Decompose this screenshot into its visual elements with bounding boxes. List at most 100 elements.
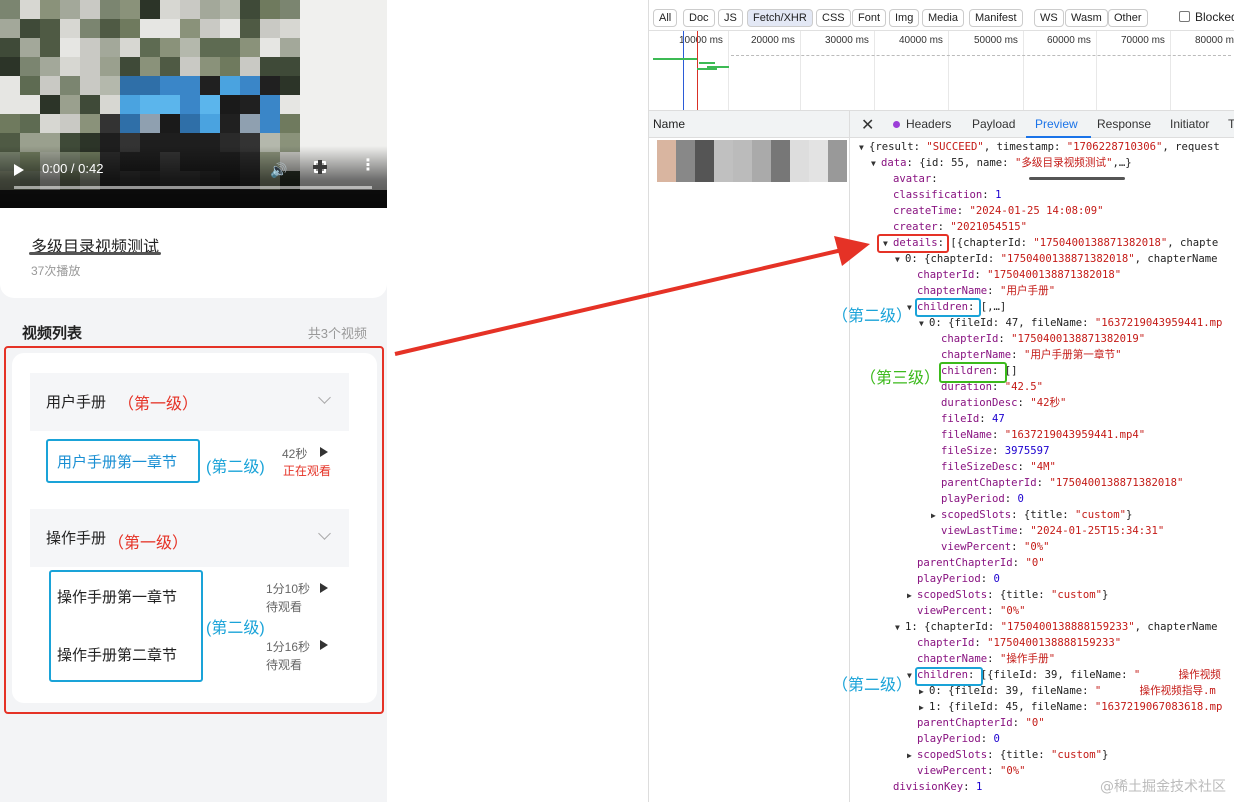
filter-ws-button[interactable]: WS bbox=[1034, 9, 1064, 27]
tab-initiator[interactable]: Initiator bbox=[1170, 117, 1209, 131]
mosaic-cell bbox=[260, 95, 280, 114]
json-line[interactable]: ▶ scopedSlots: {title: "custom"} bbox=[855, 507, 1234, 523]
chapter-header[interactable]: 操作手册 bbox=[30, 509, 349, 567]
mosaic-cell bbox=[220, 57, 240, 76]
tab-overflow[interactable]: T bbox=[1228, 117, 1234, 131]
filter-doc-button[interactable]: Doc bbox=[683, 9, 715, 27]
volume-icon[interactable]: 🔊 bbox=[270, 162, 287, 179]
tab-headers[interactable]: Headers bbox=[906, 117, 951, 131]
request-row-blurred[interactable] bbox=[657, 140, 847, 182]
section-name[interactable]: 操作手册第一章节 bbox=[57, 586, 177, 607]
checkbox-icon[interactable] bbox=[1179, 11, 1190, 22]
mosaic-cell bbox=[100, 95, 120, 114]
expand-down-icon[interactable]: ▼ bbox=[871, 156, 881, 172]
tab-response[interactable]: Response bbox=[1097, 117, 1151, 131]
mosaic-cell bbox=[340, 57, 360, 76]
mosaic-cell bbox=[180, 76, 200, 95]
mosaic-cell bbox=[340, 76, 360, 95]
name-column-header[interactable]: Name bbox=[653, 117, 685, 131]
play-icon[interactable] bbox=[320, 447, 328, 457]
mosaic-cell bbox=[300, 114, 320, 133]
section-status: 待观看 bbox=[266, 600, 303, 614]
expand-down-icon[interactable]: ▼ bbox=[895, 620, 905, 636]
filter-img-button[interactable]: Img bbox=[889, 9, 920, 27]
filter-other-button[interactable]: Other bbox=[1108, 9, 1148, 27]
blocked-label: Blocked bbox=[1195, 10, 1234, 24]
expand-right-icon[interactable]: ▶ bbox=[919, 684, 929, 700]
json-string: "0%" bbox=[1023, 541, 1050, 553]
play-icon[interactable] bbox=[320, 640, 328, 650]
expand-right-icon[interactable]: ▶ bbox=[907, 748, 917, 764]
mosaic-cell bbox=[0, 57, 20, 76]
mosaic-cell bbox=[160, 95, 180, 114]
expand-right-icon[interactable]: ▶ bbox=[907, 588, 917, 604]
json-line: viewPercent: "0%" bbox=[855, 539, 1234, 555]
expand-down-icon[interactable]: ▼ bbox=[919, 316, 929, 332]
json-line: chapterName: "操作手册" bbox=[855, 651, 1234, 667]
expand-down-icon[interactable]: ▼ bbox=[895, 252, 905, 268]
json-line[interactable]: ▼ 1: {chapterId: "1750400138888159233", c… bbox=[855, 619, 1234, 635]
tab-payload[interactable]: Payload bbox=[972, 117, 1015, 131]
more-icon[interactable]: ⋮ bbox=[360, 158, 376, 174]
blocked-checkbox[interactable]: Blocked bbox=[1179, 10, 1234, 24]
expand-right-icon[interactable]: ▶ bbox=[919, 700, 929, 716]
expand-down-icon[interactable]: ▼ bbox=[859, 140, 869, 156]
video-progress-bar[interactable] bbox=[14, 186, 372, 189]
json-punct: } bbox=[1101, 749, 1109, 761]
filter-wasm-button[interactable]: Wasm bbox=[1065, 9, 1108, 27]
json-punct: : bbox=[963, 781, 976, 793]
json-string: "1750400138871382018" bbox=[987, 269, 1122, 281]
json-punct: : {title: bbox=[987, 749, 1051, 761]
json-key: viewLastTime bbox=[941, 525, 1018, 537]
play-icon[interactable] bbox=[14, 164, 24, 176]
fullscreen-icon[interactable] bbox=[313, 160, 327, 174]
section-name[interactable]: 用户手册第一章节 bbox=[57, 451, 177, 472]
json-key: creater bbox=[893, 221, 938, 233]
network-timeline[interactable]: 10000 ms 20000 ms 30000 ms 40000 ms 50000 ms… bbox=[649, 30, 1234, 111]
play-icon[interactable] bbox=[320, 583, 328, 593]
column-divider[interactable] bbox=[849, 110, 850, 802]
filter-js-button[interactable]: JS bbox=[718, 9, 743, 27]
mosaic-cell bbox=[40, 0, 60, 19]
mosaic-cell bbox=[20, 57, 40, 76]
mosaic-cell bbox=[100, 19, 120, 38]
json-line[interactable]: ▶ 1: {fileId: 45, fileName: "163721906708… bbox=[855, 699, 1234, 715]
tab-preview[interactable]: Preview bbox=[1035, 117, 1078, 131]
mosaic-cell bbox=[80, 38, 100, 57]
close-icon[interactable]: ✕ bbox=[861, 115, 874, 135]
mosaic-cell bbox=[140, 76, 160, 95]
json-line[interactable]: ▼ data: {id: 55, name: "多级目录视频测试",…} bbox=[855, 155, 1234, 171]
blur-cell bbox=[771, 140, 790, 161]
filter-css-button[interactable]: CSS bbox=[816, 9, 851, 27]
filter-media-button[interactable]: Media bbox=[922, 9, 964, 27]
mosaic-cell bbox=[340, 38, 360, 57]
timeline-red-marker bbox=[697, 31, 698, 111]
filter-manifest-button[interactable]: Manifest bbox=[969, 9, 1023, 27]
mosaic-cell bbox=[160, 19, 180, 38]
mosaic-cell bbox=[60, 76, 80, 95]
filter-fetchxhr-button[interactable]: Fetch/XHR bbox=[747, 9, 813, 27]
json-punct: : bbox=[979, 413, 993, 425]
mosaic-cell bbox=[60, 114, 80, 133]
filter-font-button[interactable]: Font bbox=[852, 9, 887, 27]
chevron-down-icon[interactable] bbox=[318, 527, 331, 540]
mosaic-cell bbox=[240, 38, 260, 57]
json-string: "2021054515" bbox=[950, 221, 1027, 233]
json-string: "1750400138871382018" bbox=[1000, 253, 1135, 265]
watermark: @稀土掘金技术社区 bbox=[1100, 779, 1226, 795]
section-name[interactable]: 操作手册第二章节 bbox=[57, 644, 177, 665]
filter-all-button[interactable]: All bbox=[653, 9, 678, 27]
mosaic-cell bbox=[220, 19, 240, 38]
json-line: createTime: "2024-01-25 14:08:09" bbox=[855, 203, 1234, 219]
json-line[interactable]: ▶ scopedSlots: {title: "custom"} bbox=[855, 747, 1234, 763]
expand-right-icon[interactable]: ▶ bbox=[931, 508, 941, 524]
json-number: 1 bbox=[995, 189, 1002, 201]
json-punct: : bbox=[998, 333, 1012, 345]
json-line[interactable]: ▼ {result: "SUCCEED", timestamp: "1706228… bbox=[855, 139, 1234, 155]
video-player[interactable]: 0:00 / 0:42 🔊 ⋮ bbox=[0, 0, 387, 208]
json-line[interactable]: ▼ 0: {chapterId: "1750400138871382018", c… bbox=[855, 251, 1234, 267]
mosaic-cell bbox=[260, 114, 280, 133]
mosaic-cell bbox=[0, 114, 20, 133]
json-line[interactable]: ▶ scopedSlots: {title: "custom"} bbox=[855, 587, 1234, 603]
chevron-down-icon[interactable] bbox=[318, 391, 331, 404]
